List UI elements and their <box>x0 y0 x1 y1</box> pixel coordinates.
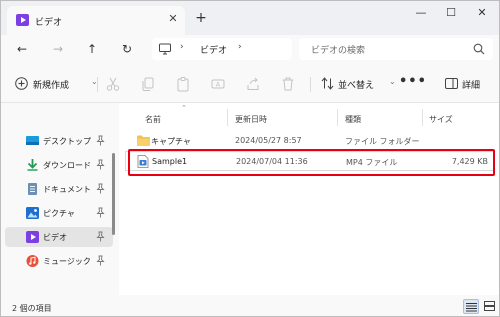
breadcrumb-videos[interactable]: ビデオ <box>200 43 227 56</box>
column-header-type[interactable]: 種類 <box>345 114 361 125</box>
minimize-button[interactable]: — <box>407 4 435 22</box>
this-pc-icon <box>159 43 171 55</box>
documents-icon <box>28 183 37 195</box>
sort-button-label: 並べ替え <box>338 81 375 91</box>
pin-icon[interactable] <box>96 183 105 194</box>
video-folder-icon <box>16 14 29 26</box>
column-divider[interactable] <box>227 109 228 126</box>
column-divider[interactable] <box>337 109 338 126</box>
pin-icon[interactable] <box>96 255 105 266</box>
chevron-down-icon: ⌄ <box>389 77 396 86</box>
sidebar-item-videos[interactable]: ビデオ <box>5 227 113 247</box>
sidebar-item-label: ピクチャ <box>43 209 75 218</box>
chevron-right-icon[interactable]: › <box>180 42 184 52</box>
details-view-button[interactable] <box>463 299 479 314</box>
refresh-button[interactable]: ↻ <box>118 40 136 58</box>
more-options-button[interactable]: ••• <box>399 74 427 89</box>
videos-icon <box>26 231 39 243</box>
divider <box>97 77 98 92</box>
search-box[interactable]: ビデオの検索 <box>299 38 493 60</box>
tiles-view-icon <box>484 301 495 311</box>
details-pane-label: 詳細 <box>462 81 481 91</box>
sidebar-item-label: ダウンロード <box>43 161 91 170</box>
share-icon[interactable] <box>245 76 261 92</box>
rename-icon[interactable]: A <box>210 76 226 92</box>
list-view-icon <box>466 303 477 312</box>
file-explorer-window: ビデオ ✕ + — ☐ ✕ ← → ↑ ↻ › ビデオ › ビデオの検索 新規作… <box>0 0 500 317</box>
column-header-date[interactable]: 更新日時 <box>235 114 267 125</box>
download-icon <box>27 159 38 171</box>
delete-icon[interactable] <box>280 76 296 92</box>
tab-title: ビデオ <box>35 18 63 28</box>
sidebar-item-music[interactable]: ミュージック <box>5 251 113 271</box>
sidebar-item-label: デスクトップ <box>43 137 91 146</box>
search-input[interactable]: ビデオの検索 <box>311 43 365 56</box>
pictures-icon <box>26 207 39 219</box>
copy-icon[interactable] <box>140 76 156 92</box>
back-button[interactable]: ← <box>13 40 31 58</box>
sidebar-item-pictures[interactable]: ピクチャ <box>5 203 113 223</box>
file-type: ファイル フォルダー <box>345 137 420 146</box>
sidebar-item-label: ドキュメント <box>43 185 91 194</box>
pin-icon[interactable] <box>96 135 105 146</box>
sidebar-scrollbar[interactable] <box>112 153 115 235</box>
pin-icon[interactable] <box>96 159 105 170</box>
forward-button[interactable]: → <box>49 40 67 58</box>
plus-circle-icon <box>15 77 28 90</box>
cut-icon[interactable] <box>105 76 121 92</box>
file-date: 2024/05/27 8:57 <box>235 136 302 145</box>
sidebar-item-documents[interactable]: ドキュメント <box>5 179 113 199</box>
close-tab-icon[interactable]: ✕ <box>165 11 181 27</box>
highlight-annotation <box>128 149 495 176</box>
folder-icon <box>137 135 150 146</box>
music-icon <box>26 255 39 267</box>
desktop-icon <box>26 136 39 145</box>
maximize-button[interactable]: ☐ <box>437 4 465 22</box>
sidebar-item-label: ミュージック <box>43 257 91 266</box>
chevron-right-icon[interactable]: › <box>238 42 242 52</box>
svg-text:A: A <box>216 81 221 89</box>
sidebar-item-desktop[interactable]: デスクトップ <box>5 131 113 151</box>
navigation-bar: ← → ↑ ↻ › ビデオ › ビデオの検索 <box>1 35 499 65</box>
pin-icon[interactable] <box>96 207 105 218</box>
tab-videos[interactable]: ビデオ ✕ <box>7 6 185 35</box>
sort-icon <box>321 77 334 90</box>
divider <box>310 77 311 92</box>
sidebar-item-downloads[interactable]: ダウンロード <box>5 155 113 175</box>
pin-icon[interactable] <box>96 231 105 242</box>
status-bar: 2 個の項目 <box>1 295 499 316</box>
up-button[interactable]: ↑ <box>83 40 101 58</box>
close-window-button[interactable]: ✕ <box>468 4 496 22</box>
paste-icon[interactable] <box>175 76 191 92</box>
new-tab-button[interactable]: + <box>193 10 209 26</box>
column-divider[interactable] <box>422 109 423 126</box>
navigation-pane: デスクトップ ダウンロード ドキュメント ピクチャ ビデオ ミュージック <box>1 103 119 295</box>
file-row-captures[interactable]: キャプチャ 2024/05/27 8:57 ファイル フォルダー <box>125 131 495 151</box>
sidebar-item-label: ビデオ <box>43 233 67 242</box>
column-header-size[interactable]: サイズ <box>429 114 453 125</box>
tiles-view-button[interactable] <box>482 299 498 314</box>
command-bar: 新規作成 ⌄ A 並べ替え ⌄ ••• 詳細 <box>1 65 499 103</box>
item-count: 2 個の項目 <box>12 304 52 313</box>
file-name: キャプチャ <box>151 137 191 146</box>
new-button-label: 新規作成 <box>33 81 70 91</box>
title-bar: ビデオ ✕ + — ☐ ✕ <box>1 1 499 35</box>
search-icon <box>473 43 485 55</box>
address-bar[interactable]: › ビデオ › <box>152 38 292 60</box>
details-pane-icon <box>445 78 458 89</box>
sort-ascending-icon: ⌃ <box>181 104 187 112</box>
file-list-pane: ⌃ 名前 更新日時 種類 サイズ キャプチャ 2024/05/27 8:57 フ… <box>119 103 499 295</box>
column-header-name[interactable]: 名前 <box>145 114 161 125</box>
